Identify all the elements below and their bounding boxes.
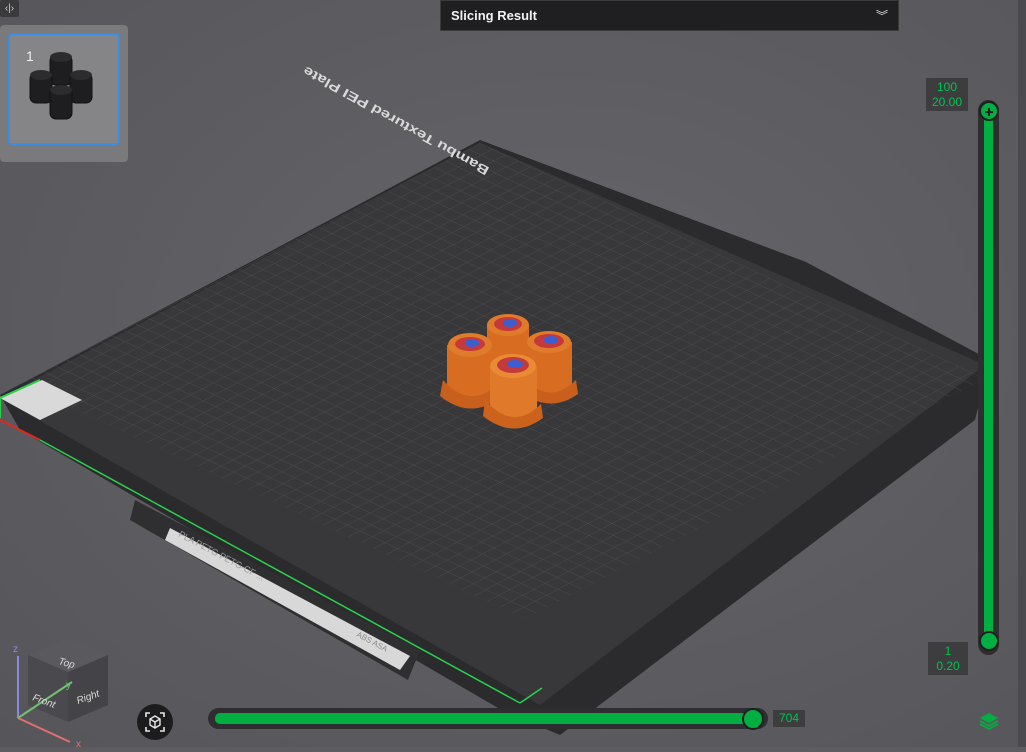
move-slider-handle[interactable] — [742, 708, 764, 730]
plate-thumbnail-image — [29, 52, 93, 120]
axis-z-label: z — [13, 644, 18, 655]
build-plate — [0, 140, 990, 735]
plate-thumbnail-panel: 1 — [0, 25, 128, 162]
view-toggle-button[interactable] — [137, 704, 173, 740]
move-slider-value: 704 — [773, 710, 805, 727]
layer-slider-top-handle[interactable] — [979, 101, 999, 121]
layer-slider-fill — [984, 110, 993, 640]
slicing-result-title: Slicing Result — [451, 8, 537, 23]
bottom-layer-number: 1 — [944, 644, 952, 658]
layer-slider-bottom-handle[interactable] — [979, 631, 999, 651]
plate-label: Bambu Textured PEI Plate — [301, 63, 492, 178]
window-edge — [1018, 0, 1026, 747]
axis-y-label: y — [66, 680, 71, 691]
code-toggle-icon: ‹|› — [4, 3, 15, 14]
axis-x-label: x — [76, 739, 81, 747]
build-plate-scene: Bambu Textured PEI Plate PLA PETG PETG-C… — [0, 63, 990, 735]
bottom-layer-height: 0.20 — [936, 659, 960, 673]
top-layer-number: 100 — [936, 80, 958, 94]
layer-top-label: 100 20.00 — [926, 78, 968, 111]
move-slider-fill — [215, 713, 755, 724]
layer-bottom-label: 1 0.20 — [928, 642, 968, 675]
panel-collapse-toggle[interactable]: ‹|› — [0, 0, 19, 17]
slicing-result-bar[interactable]: Slicing Result ︾ — [440, 0, 899, 31]
plate-thumbnail-1[interactable]: 1 — [8, 33, 120, 145]
cube-view-icon — [145, 712, 165, 732]
navigation-cube[interactable]: Top Front Right z y x — [0, 630, 120, 750]
top-layer-height: 20.00 — [931, 95, 963, 109]
layers-icon — [979, 713, 999, 731]
layers-button[interactable] — [976, 708, 1002, 734]
sliced-model-front — [483, 354, 543, 429]
double-chevron-down-icon[interactable]: ︾ — [876, 7, 888, 24]
3d-viewport[interactable]: Bambu Textured PEI Plate PLA PETG PETG-C… — [0, 0, 1026, 747]
